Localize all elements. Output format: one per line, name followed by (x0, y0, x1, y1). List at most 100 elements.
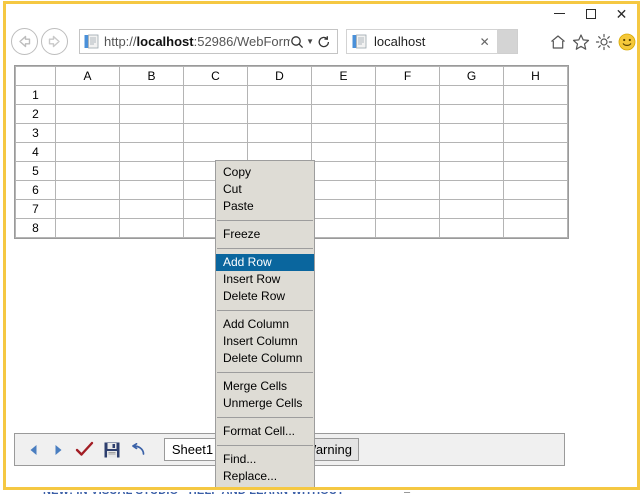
context-menu[interactable]: Copy Cut Paste Freeze Add Row Insert Row… (215, 160, 315, 487)
cell-f5[interactable] (375, 161, 440, 181)
menu-item-add-row[interactable]: Add Row (216, 254, 314, 271)
chevron-down-icon[interactable]: ▼ (306, 37, 314, 46)
save-icon[interactable] (104, 442, 120, 458)
gear-icon[interactable] (595, 33, 613, 51)
cell-g5[interactable] (439, 161, 504, 181)
home-icon[interactable] (549, 33, 567, 51)
menu-item-cut[interactable]: Cut (216, 181, 314, 198)
row-header-5[interactable]: 5 (15, 161, 56, 181)
cell-b4[interactable] (119, 142, 184, 162)
forward-button[interactable] (41, 28, 68, 55)
confirm-check-icon[interactable] (75, 441, 94, 458)
column-header-a[interactable]: A (55, 66, 120, 86)
cell-b5[interactable] (119, 161, 184, 181)
cell-h5[interactable] (503, 161, 568, 181)
close-button[interactable]: ✕ (606, 4, 637, 23)
cell-e2[interactable] (311, 104, 376, 124)
cell-f2[interactable] (375, 104, 440, 124)
cell-a6[interactable] (55, 180, 120, 200)
menu-item-format-cell[interactable]: Format Cell... (216, 423, 314, 440)
cell-g7[interactable] (439, 199, 504, 219)
menu-item-delete-column[interactable]: Delete Column (216, 350, 314, 367)
search-icon[interactable] (290, 35, 304, 49)
menu-item-copy[interactable]: Copy (216, 164, 314, 181)
minimize-button[interactable] (544, 4, 575, 23)
cell-e4[interactable] (311, 142, 376, 162)
cell-b6[interactable] (119, 180, 184, 200)
cell-c2[interactable] (183, 104, 248, 124)
cell-a5[interactable] (55, 161, 120, 181)
row-header-7[interactable]: 7 (15, 199, 56, 219)
select-all-corner[interactable] (15, 66, 56, 86)
cell-d3[interactable] (247, 123, 312, 143)
new-tab-button[interactable] (497, 29, 518, 54)
cell-g3[interactable] (439, 123, 504, 143)
menu-item-find[interactable]: Find... (216, 451, 314, 468)
cell-g4[interactable] (439, 142, 504, 162)
cell-g1[interactable] (439, 85, 504, 105)
cell-e6[interactable] (311, 180, 376, 200)
menu-item-merge-cells[interactable]: Merge Cells (216, 378, 314, 395)
column-header-b[interactable]: B (119, 66, 184, 86)
column-header-f[interactable]: F (375, 66, 440, 86)
cell-f6[interactable] (375, 180, 440, 200)
cell-e8[interactable] (311, 218, 376, 238)
row-header-4[interactable]: 4 (15, 142, 56, 162)
menu-item-delete-row[interactable]: Delete Row (216, 288, 314, 305)
row-header-3[interactable]: 3 (15, 123, 56, 143)
row-header-8[interactable]: 8 (15, 218, 56, 238)
cell-f8[interactable] (375, 218, 440, 238)
cell-b7[interactable] (119, 199, 184, 219)
cell-g8[interactable] (439, 218, 504, 238)
cell-g2[interactable] (439, 104, 504, 124)
cell-f1[interactable] (375, 85, 440, 105)
undo-icon[interactable] (130, 442, 146, 457)
menu-item-insert-column[interactable]: Insert Column (216, 333, 314, 350)
column-header-h[interactable]: H (503, 66, 568, 86)
cell-b1[interactable] (119, 85, 184, 105)
cell-b2[interactable] (119, 104, 184, 124)
cell-c4[interactable] (183, 142, 248, 162)
menu-item-insert-row[interactable]: Insert Row (216, 271, 314, 288)
column-header-d[interactable]: D (247, 66, 312, 86)
cell-d1[interactable] (247, 85, 312, 105)
row-header-6[interactable]: 6 (15, 180, 56, 200)
cell-c1[interactable] (183, 85, 248, 105)
cell-h1[interactable] (503, 85, 568, 105)
cell-b8[interactable] (119, 218, 184, 238)
next-sheet-icon[interactable] (51, 443, 65, 457)
cell-a4[interactable] (55, 142, 120, 162)
cell-f4[interactable] (375, 142, 440, 162)
cell-e7[interactable] (311, 199, 376, 219)
refresh-icon[interactable] (317, 35, 331, 49)
back-button[interactable] (11, 28, 38, 55)
menu-item-add-column[interactable]: Add Column (216, 316, 314, 333)
cell-c3[interactable] (183, 123, 248, 143)
cell-h8[interactable] (503, 218, 568, 238)
row-header-1[interactable]: 1 (15, 85, 56, 105)
cell-f3[interactable] (375, 123, 440, 143)
previous-sheet-icon[interactable] (27, 443, 41, 457)
row-header-2[interactable]: 2 (15, 104, 56, 124)
cell-h6[interactable] (503, 180, 568, 200)
cell-b3[interactable] (119, 123, 184, 143)
menu-item-replace[interactable]: Replace... (216, 468, 314, 485)
cell-f7[interactable] (375, 199, 440, 219)
cell-g6[interactable] (439, 180, 504, 200)
cell-a8[interactable] (55, 218, 120, 238)
cell-a3[interactable] (55, 123, 120, 143)
cell-h4[interactable] (503, 142, 568, 162)
maximize-button[interactable] (575, 4, 606, 23)
cell-h7[interactable] (503, 199, 568, 219)
column-header-e[interactable]: E (311, 66, 376, 86)
sheet-name-input[interactable]: Sheet1 (164, 438, 221, 461)
column-header-g[interactable]: G (439, 66, 504, 86)
cell-d4[interactable] (247, 142, 312, 162)
favorites-star-icon[interactable] (572, 33, 590, 51)
cell-e3[interactable] (311, 123, 376, 143)
cell-a1[interactable] (55, 85, 120, 105)
browser-tab[interactable]: localhost ✕ (346, 29, 498, 54)
feedback-smiley-icon[interactable] (618, 33, 636, 51)
menu-item-unmerge-cells[interactable]: Unmerge Cells (216, 395, 314, 412)
menu-item-paste[interactable]: Paste (216, 198, 314, 215)
